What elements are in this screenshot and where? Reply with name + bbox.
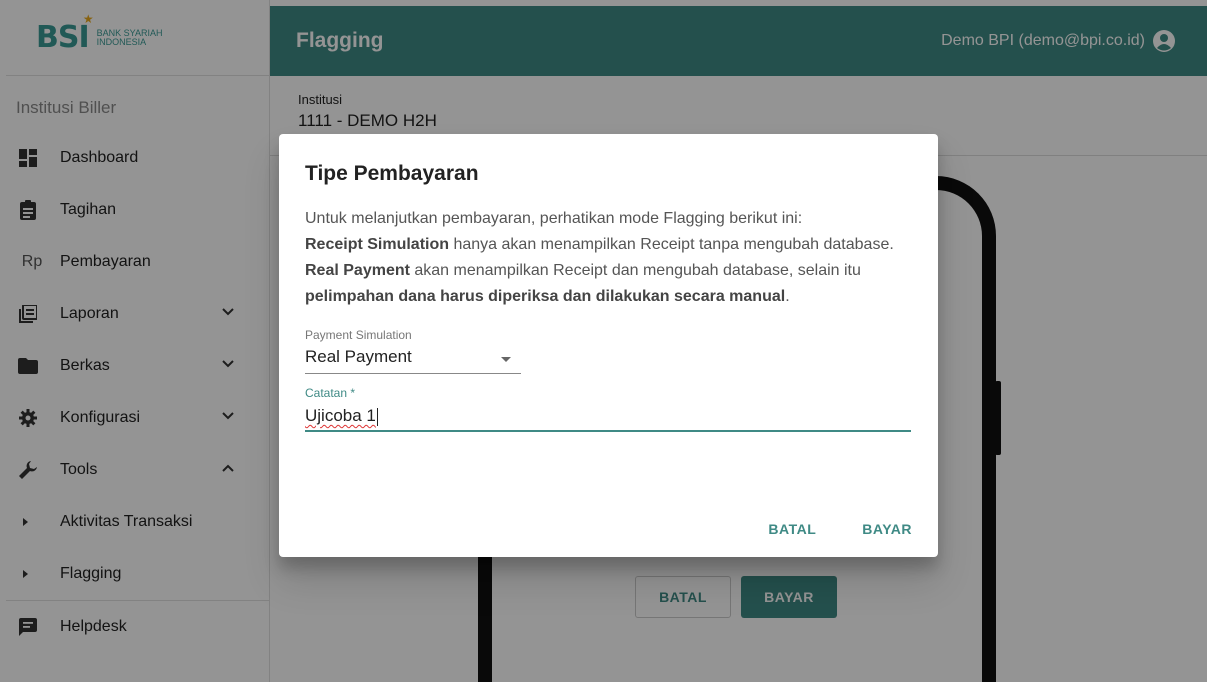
- receipt-simulation-text: hanya akan menampilkan Receipt tanpa men…: [449, 236, 894, 253]
- dialog-cancel-button[interactable]: BATAL: [722, 521, 816, 537]
- payment-simulation-label: Payment Simulation: [305, 328, 412, 342]
- text-cursor: [376, 407, 378, 426]
- dialog-actions: BATAL BAYAR: [722, 521, 912, 537]
- real-payment-end: .: [785, 288, 790, 305]
- receipt-simulation-label: Receipt Simulation: [305, 236, 450, 253]
- catatan-value: Ujicoba 1: [305, 406, 376, 425]
- real-payment-text: akan menampilkan Receipt dan mengubah da…: [409, 262, 861, 279]
- payment-simulation-value: Real Payment: [305, 347, 412, 366]
- payment-simulation-select[interactable]: Real Payment: [305, 342, 521, 374]
- catatan-input[interactable]: Ujicoba 1: [305, 400, 911, 432]
- dialog-intro: Untuk melanjutkan pembayaran, perhatikan…: [305, 210, 803, 227]
- dialog-pay-button[interactable]: BAYAR: [816, 521, 912, 537]
- dialog-description: Untuk melanjutkan pembayaran, perhatikan…: [305, 206, 912, 310]
- real-payment-label: Real Payment: [305, 262, 410, 279]
- catatan-label: Catatan *: [305, 386, 356, 400]
- dialog-title: Tipe Pembayaran: [305, 162, 479, 185]
- payment-type-dialog: Tipe Pembayaran Untuk melanjutkan pembay…: [279, 134, 938, 557]
- dropdown-arrow-icon: [501, 357, 511, 362]
- real-payment-warning: pelimpahan dana harus diperiksa dan dila…: [305, 288, 786, 305]
